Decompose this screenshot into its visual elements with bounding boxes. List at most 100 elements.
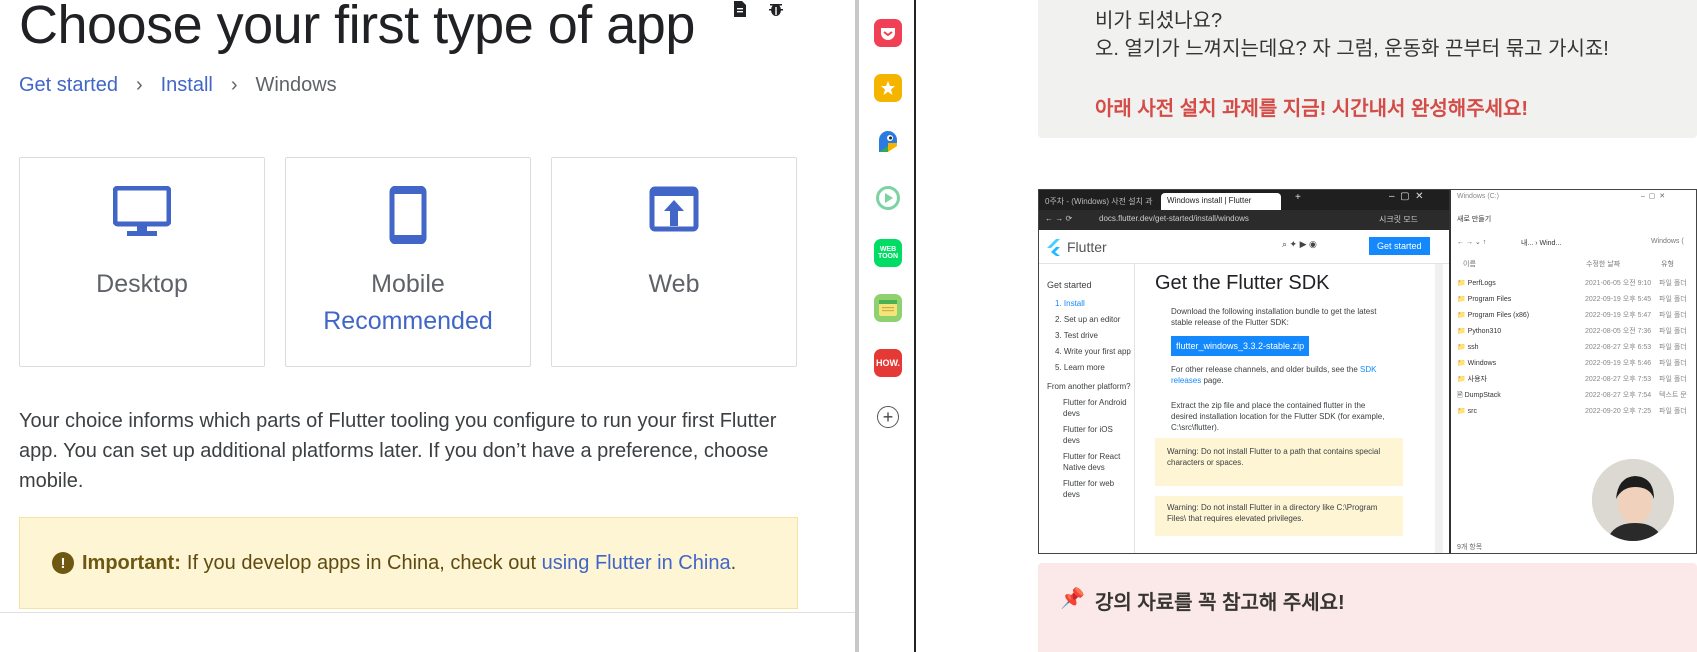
side-item: 1. Install — [1055, 299, 1085, 308]
file-row: 📁 PerfLogs 2021-06-05 오전 9:10 파일 폴더 — [1457, 276, 1696, 292]
file-date: 2022-09-19 오후 5:47 — [1585, 312, 1652, 319]
col-date: 수정한 날짜 — [1586, 261, 1621, 268]
file-name: Python310 — [1467, 328, 1502, 335]
screen: Choose your first type of app Get starte… — [0, 0, 1697, 652]
important-notice: ! Important: If you develop apps in Chin… — [19, 517, 798, 609]
browser-tab-strip: 0주차 - (Windows) 사전 설치 과 Windows install … — [1039, 190, 1449, 210]
get-started-button: Get started — [1369, 237, 1430, 255]
play-circle-icon[interactable] — [874, 184, 902, 212]
webtoon-icon[interactable]: WEB TOON — [874, 239, 902, 267]
step-1: Download the following installation bund… — [1171, 307, 1377, 327]
flutter-main: Get the Flutter SDK Download the followi… — [1135, 264, 1435, 553]
card-label: Mobile — [371, 270, 445, 298]
card-label: Desktop — [96, 270, 188, 298]
new-button: 새로 만들기 — [1457, 216, 1492, 223]
flutter-brand: Flutter — [1067, 239, 1107, 255]
header-icons: ⌕ ✦ ▶ ◉ — [1282, 239, 1317, 249]
url-text: docs.flutter.dev/get-started/install/win… — [1099, 214, 1249, 223]
recommended-label: Recommended — [323, 307, 493, 335]
star-icon[interactable] — [874, 74, 902, 102]
side-item: 4. Write your first app — [1055, 347, 1131, 356]
extension-sidebar: WEB TOON HOW. + — [860, 0, 916, 652]
file-type: 파일 폴더 — [1659, 328, 1687, 335]
important-text: If you develop apps in China, check out — [186, 551, 537, 574]
file-row: 📁 Program Files (x86) 2022-09-19 오후 5:47 파… — [1457, 308, 1696, 324]
release-end: page. — [1203, 376, 1224, 385]
web-open-icon — [649, 186, 699, 232]
add-icon[interactable]: + — [877, 406, 899, 428]
embedded-scrollbar — [1435, 264, 1443, 553]
side-list: 1. Install 2. Set up an editor 3. Test d… — [1047, 298, 1131, 505]
explorer-nav-icons: ← → ⌄ ↑ — [1457, 239, 1487, 246]
card-label: Web — [648, 270, 700, 298]
file-name: Program Files (x86) — [1467, 312, 1530, 319]
release-text: For other release channels, and older bu… — [1171, 365, 1358, 374]
note-line: 오. 열기가 느껴지는데요? 자 그럼, 운동화 끈부터 묶고 가시죠! — [1095, 38, 1609, 60]
file-name: Program Files — [1467, 296, 1512, 303]
file-type: 파일 폴더 — [1659, 296, 1687, 303]
file-type: 파일 폴더 — [1659, 312, 1687, 319]
bird-icon[interactable] — [874, 129, 902, 157]
window-controls-icon: – ▢ ✕ — [1389, 191, 1424, 202]
file-name: Windows — [1467, 360, 1497, 367]
notes-icon[interactable] — [874, 294, 902, 322]
file-type: 파일 폴더 — [1659, 344, 1687, 351]
explorer-title: Windows (C:) — [1457, 193, 1500, 200]
file-row: 📁 Python310 2022-08-05 오전 7:36 파일 폴더 — [1457, 324, 1696, 340]
explorer-path: 내... › Wind... — [1521, 240, 1562, 247]
china-link[interactable]: using Flutter in China — [542, 552, 731, 575]
incognito-label: 시크릿 모드 — [1379, 215, 1419, 224]
mobile-card[interactable]: Mobile Recommended — [285, 157, 531, 367]
tab-title: 0주차 - (Windows) 사전 설치 과 — [1045, 197, 1153, 206]
file-name: src — [1467, 408, 1478, 415]
explorer-search: Windows ( — [1651, 238, 1684, 245]
flutter-sidebar: Get started 1. Install 2. Set up an edit… — [1039, 264, 1135, 553]
file-row: 📁 Program Files 2022-09-19 오후 5:45 파일 폴더 — [1457, 292, 1696, 308]
file-list: 📁 PerfLogs 2021-06-05 오전 9:10 파일 폴더 📁 Prog… — [1457, 276, 1696, 420]
file-type: 파일 폴더 — [1659, 280, 1687, 287]
flutter-logo-icon — [1047, 239, 1060, 256]
step-2: Extract the zip file and place the conta… — [1171, 401, 1385, 432]
side-item: Flutter for iOS devs — [1063, 425, 1113, 445]
file-row: 📁 ssh 2022-08-27 오후 6:53 파일 폴더 — [1457, 340, 1696, 356]
breadcrumb-install[interactable]: Install — [161, 74, 213, 97]
warning-1: Warning: Do not install Flutter to a pat… — [1155, 438, 1403, 486]
side-item: Flutter for React Native devs — [1063, 452, 1121, 472]
chevron-right-icon: › — [230, 74, 238, 96]
webcam-avatar — [1590, 457, 1676, 543]
side-item: From another platform? — [1047, 382, 1131, 391]
pocket-icon[interactable] — [874, 19, 902, 47]
side-item: Flutter for Android devs — [1063, 398, 1127, 418]
bug-icon[interactable] — [767, 0, 787, 18]
side-item: Flutter for web devs — [1063, 479, 1115, 499]
exclamation-icon: ! — [52, 552, 74, 574]
note-line: 비가 되셨나요? — [1095, 10, 1223, 32]
important-end: . — [730, 551, 737, 574]
file-row: 📁 src 2022-09-20 오후 7:25 파일 폴더 — [1457, 404, 1696, 420]
file-date: 2022-08-27 오후 7:54 — [1585, 392, 1652, 399]
notes-page: 비가 되셨나요? 오. 열기가 느껴지는데요? 자 그럼, 운동화 끈부터 묶고… — [918, 0, 1697, 652]
desktop-card[interactable]: Desktop — [19, 157, 265, 367]
callout-pink: 📌 강의 자료를 꼭 참고해 주세요! — [1038, 563, 1697, 652]
breadcrumb: Get started › Install › Windows — [19, 74, 337, 97]
file-date: 2022-09-19 오후 5:46 — [1585, 360, 1652, 367]
file-date: 2022-08-27 오후 7:53 — [1585, 376, 1652, 383]
mobile-phone-icon — [389, 186, 427, 244]
docs-page: Choose your first type of app Get starte… — [0, 0, 856, 652]
how-icon[interactable]: HOW. — [874, 349, 902, 377]
side-item: 3. Test drive — [1055, 331, 1098, 340]
divider — [0, 612, 856, 613]
warning-2: Warning: Do not install Flutter in a dir… — [1155, 496, 1403, 536]
window-controls-icon: – ▢ ✕ — [1641, 193, 1666, 200]
explorer-count: 9개 항목 — [1457, 544, 1483, 551]
scrollbar[interactable] — [855, 0, 859, 652]
web-card[interactable]: Web — [551, 157, 797, 367]
address-bar: ← → ⟳ docs.flutter.dev/get-started/insta… — [1039, 210, 1449, 230]
breadcrumb-get-started[interactable]: Get started — [19, 74, 118, 97]
desktop-icon — [113, 186, 171, 236]
document-icon[interactable] — [731, 0, 751, 18]
browser-tab: 0주차 - (Windows) 사전 설치 과 — [1039, 193, 1161, 210]
tab-title: Windows install | Flutter — [1167, 196, 1252, 205]
pushpin-icon: 📌 — [1060, 588, 1085, 610]
flutter-header: Flutter ⌕ ✦ ▶ ◉ Get started — [1039, 230, 1449, 264]
